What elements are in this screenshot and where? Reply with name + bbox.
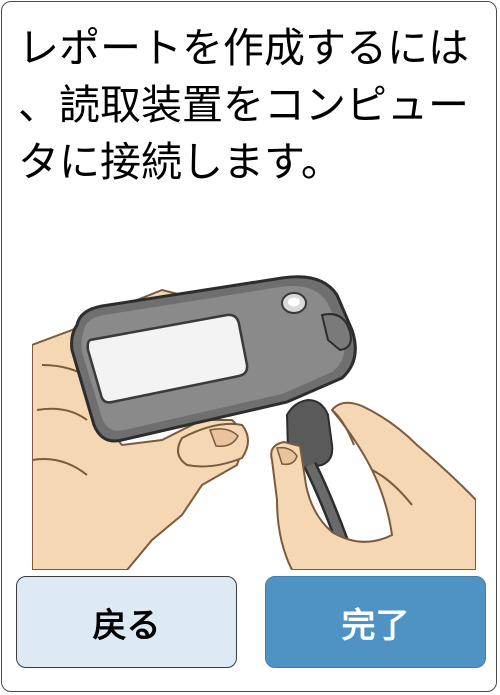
back-button-label: 戻る <box>92 605 161 646</box>
dialog-frame: レポートを作成するには 、読取装置をコンピュー タに接続します。 戻る 完了 <box>1 1 497 692</box>
done-button-label: 完了 <box>341 605 410 646</box>
instruction-message: レポートを作成するには 、読取装置をコンピュー タに接続します。 <box>18 24 469 186</box>
back-button[interactable]: 戻る <box>16 576 237 668</box>
done-button[interactable]: 完了 <box>265 576 486 668</box>
reader-connect-to-computer-illustration <box>32 275 476 570</box>
